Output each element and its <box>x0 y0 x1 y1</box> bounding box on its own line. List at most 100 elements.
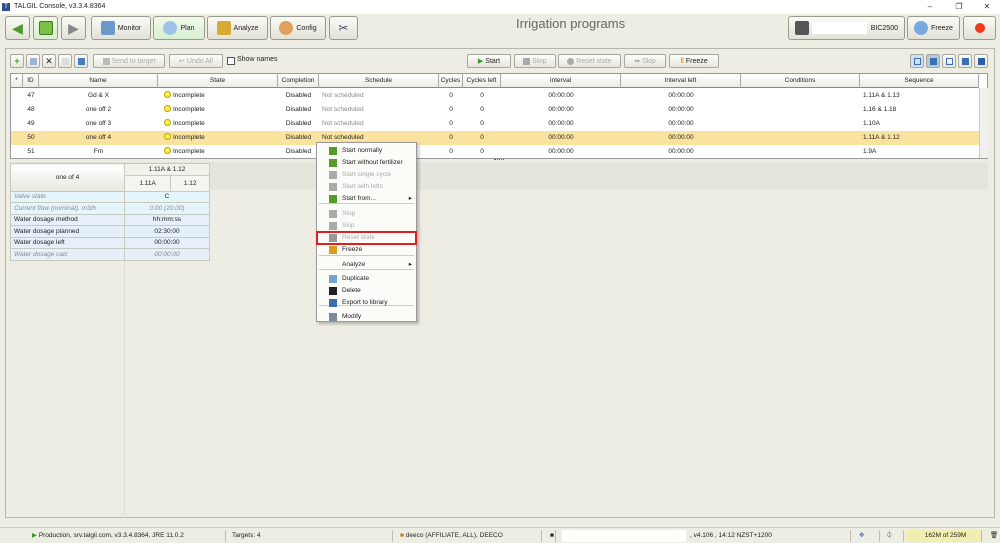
export-button[interactable] <box>74 54 88 68</box>
menu-item-delete[interactable]: Delete <box>317 285 416 297</box>
cell-state: Incomplete <box>158 117 278 131</box>
column-header[interactable]: State <box>158 74 278 88</box>
controller-name-field <box>812 22 868 34</box>
cell-conditions <box>741 89 860 103</box>
column-header[interactable]: Interval left <box>621 74 741 88</box>
menu-item-start-from[interactable]: Start from... ▸ <box>317 193 416 205</box>
submenu-arrow-icon: ▸ <box>408 195 412 202</box>
column-header[interactable]: Cycles <box>439 74 463 88</box>
start-button[interactable]: ▶ Start <box>467 54 511 68</box>
menu-item-start-single-cycle[interactable]: Start single cycle <box>317 169 416 181</box>
nav-analyze[interactable]: Analyze <box>207 16 268 40</box>
column-header[interactable]: ID <box>23 74 39 88</box>
export-icon <box>77 57 85 65</box>
layout-button-5[interactable] <box>974 54 988 68</box>
nav-monitor[interactable]: Monitor <box>91 16 151 40</box>
menu-item-label: Start without fertilizer <box>342 159 403 166</box>
reset-state-button[interactable]: Reset state <box>558 54 621 68</box>
freeze-button[interactable]: ‖ Freeze <box>669 54 719 68</box>
column-header[interactable]: Completion <box>278 74 319 88</box>
restore-button[interactable]: ❐ <box>949 0 969 14</box>
trash-icon[interactable]: 🗑 <box>986 530 998 542</box>
menu-item-skip[interactable]: Skip <box>317 220 416 232</box>
home-button[interactable] <box>33 16 58 40</box>
table-row[interactable]: 51FmIncompleteDisabledNot scheduled0000:… <box>11 145 979 159</box>
layout-button-2[interactable] <box>926 54 940 68</box>
layout-button-3[interactable] <box>942 54 956 68</box>
show-names-checkbox[interactable] <box>227 57 235 65</box>
splitter-handle[interactable] <box>494 159 504 161</box>
table-row[interactable]: 50 one off 4 Incomplete Disabled Not schedul… <box>11 131 979 145</box>
state-indicator-icon <box>164 91 171 98</box>
cell-conditions <box>741 117 860 131</box>
cell-text: 51 <box>27 148 35 155</box>
gc-icon[interactable]: ⏀ <box>882 530 904 542</box>
edit-button[interactable] <box>58 54 72 68</box>
sync-icon[interactable]: ✥ <box>855 530 880 542</box>
close-button[interactable]: ✕ <box>977 0 997 14</box>
layout-button-1[interactable] <box>910 54 924 68</box>
column-header[interactable]: Name <box>39 74 158 88</box>
stop-all-button[interactable] <box>963 16 996 40</box>
status-user-text: deeco (AFFILIATE, ALL), DEECO <box>405 532 503 539</box>
cell-text: Not scheduled <box>322 92 364 99</box>
arrow-left-icon: ◀ <box>12 19 23 36</box>
table-row[interactable]: 49 one off 3 Incomplete Disabled Not schedul… <box>11 117 979 131</box>
skip-button[interactable]: ➡ Skip <box>624 54 666 68</box>
menu-item-duplicate[interactable]: Duplicate <box>317 273 416 285</box>
detail-row: Water dosage planned 02:30:00 <box>10 225 210 238</box>
menu-item-start-normally[interactable]: Start normally <box>317 145 416 157</box>
back-button[interactable]: ◀ <box>5 16 30 40</box>
table-row[interactable]: 48 one off 2 Incomplete Disabled Not schedul… <box>11 103 979 117</box>
menu-item-analyze[interactable]: Analyze ▸ <box>317 259 416 271</box>
table-scrollbar[interactable] <box>979 88 988 158</box>
cell-text: 1.10A <box>863 120 880 127</box>
cell-text: 00:00:00 <box>668 148 694 155</box>
layout-button-4[interactable] <box>958 54 972 68</box>
controller-selector[interactable]: BIC2500 <box>788 16 905 40</box>
menu-item-reset-state[interactable]: Reset state <box>316 231 417 245</box>
forward-button[interactable]: ▶ <box>61 16 86 40</box>
menu-item-export-to-library[interactable]: Export to library <box>317 297 416 309</box>
column-header[interactable]: Schedule <box>319 74 439 88</box>
cell-cycles-left: 0 <box>463 117 501 131</box>
menu-item-stop[interactable]: Stop <box>317 208 416 220</box>
column-header[interactable]: Interval <box>501 74 621 88</box>
column-header[interactable]: * <box>11 74 23 88</box>
stop-icon <box>523 57 531 65</box>
add-button[interactable]: + <box>10 54 24 68</box>
copy-button[interactable] <box>26 54 40 68</box>
column-header[interactable]: Cycles left <box>463 74 501 88</box>
menu-item-freeze[interactable]: Freeze <box>317 244 416 256</box>
table-row[interactable]: 47 Gd & X Incomplete Disabled Not scheduled 0… <box>11 89 979 103</box>
reset-icon <box>329 234 337 242</box>
column-header[interactable]: Sequence <box>860 74 979 88</box>
minimize-button[interactable]: – <box>920 0 940 14</box>
menu-item-start-with-lefts[interactable]: Start with lefts <box>317 181 416 193</box>
column-header[interactable]: Conditions <box>741 74 860 88</box>
detail-value: hh:mm:ss <box>124 213 210 226</box>
send-to-target-button[interactable]: Send to target <box>93 54 165 68</box>
stop-button[interactable]: Stop <box>514 54 556 68</box>
cell-cycles: 0 <box>439 131 463 145</box>
delete-button[interactable]: ✕ <box>42 54 56 68</box>
nav-label: Config <box>296 24 317 32</box>
freeze-icon <box>329 246 337 254</box>
programs-table: * ID Name State Completion Schedule Cycles Cycl… <box>10 73 988 159</box>
nav-config[interactable]: Config <box>270 16 326 40</box>
cell-name: one off 3 <box>39 117 158 131</box>
tools-button[interactable]: ✂ <box>329 16 358 40</box>
detail-label: Current flow (nominal), m3/h <box>10 202 125 215</box>
detail-value: 00:00:00 <box>124 236 210 249</box>
cell-name: Gd & X <box>39 89 158 103</box>
menu-item-start-without-fertilizer[interactable]: Start without fertilizer <box>317 157 416 169</box>
memory-indicator[interactable]: 162M of 259M <box>906 530 982 542</box>
cell-text: Not scheduled <box>322 134 364 141</box>
cell-completion: Disabled <box>278 117 319 131</box>
freeze-all-button[interactable]: Freeze <box>907 16 960 40</box>
menu-item-modify[interactable]: Modify <box>317 311 416 323</box>
nav-plan[interactable]: Plan <box>153 16 205 40</box>
undo-all-button[interactable]: ↩ Undo All <box>169 54 223 68</box>
cell-interval: 00:00:00 <box>501 89 621 103</box>
cell-interval: 00:00:00 <box>501 131 621 145</box>
